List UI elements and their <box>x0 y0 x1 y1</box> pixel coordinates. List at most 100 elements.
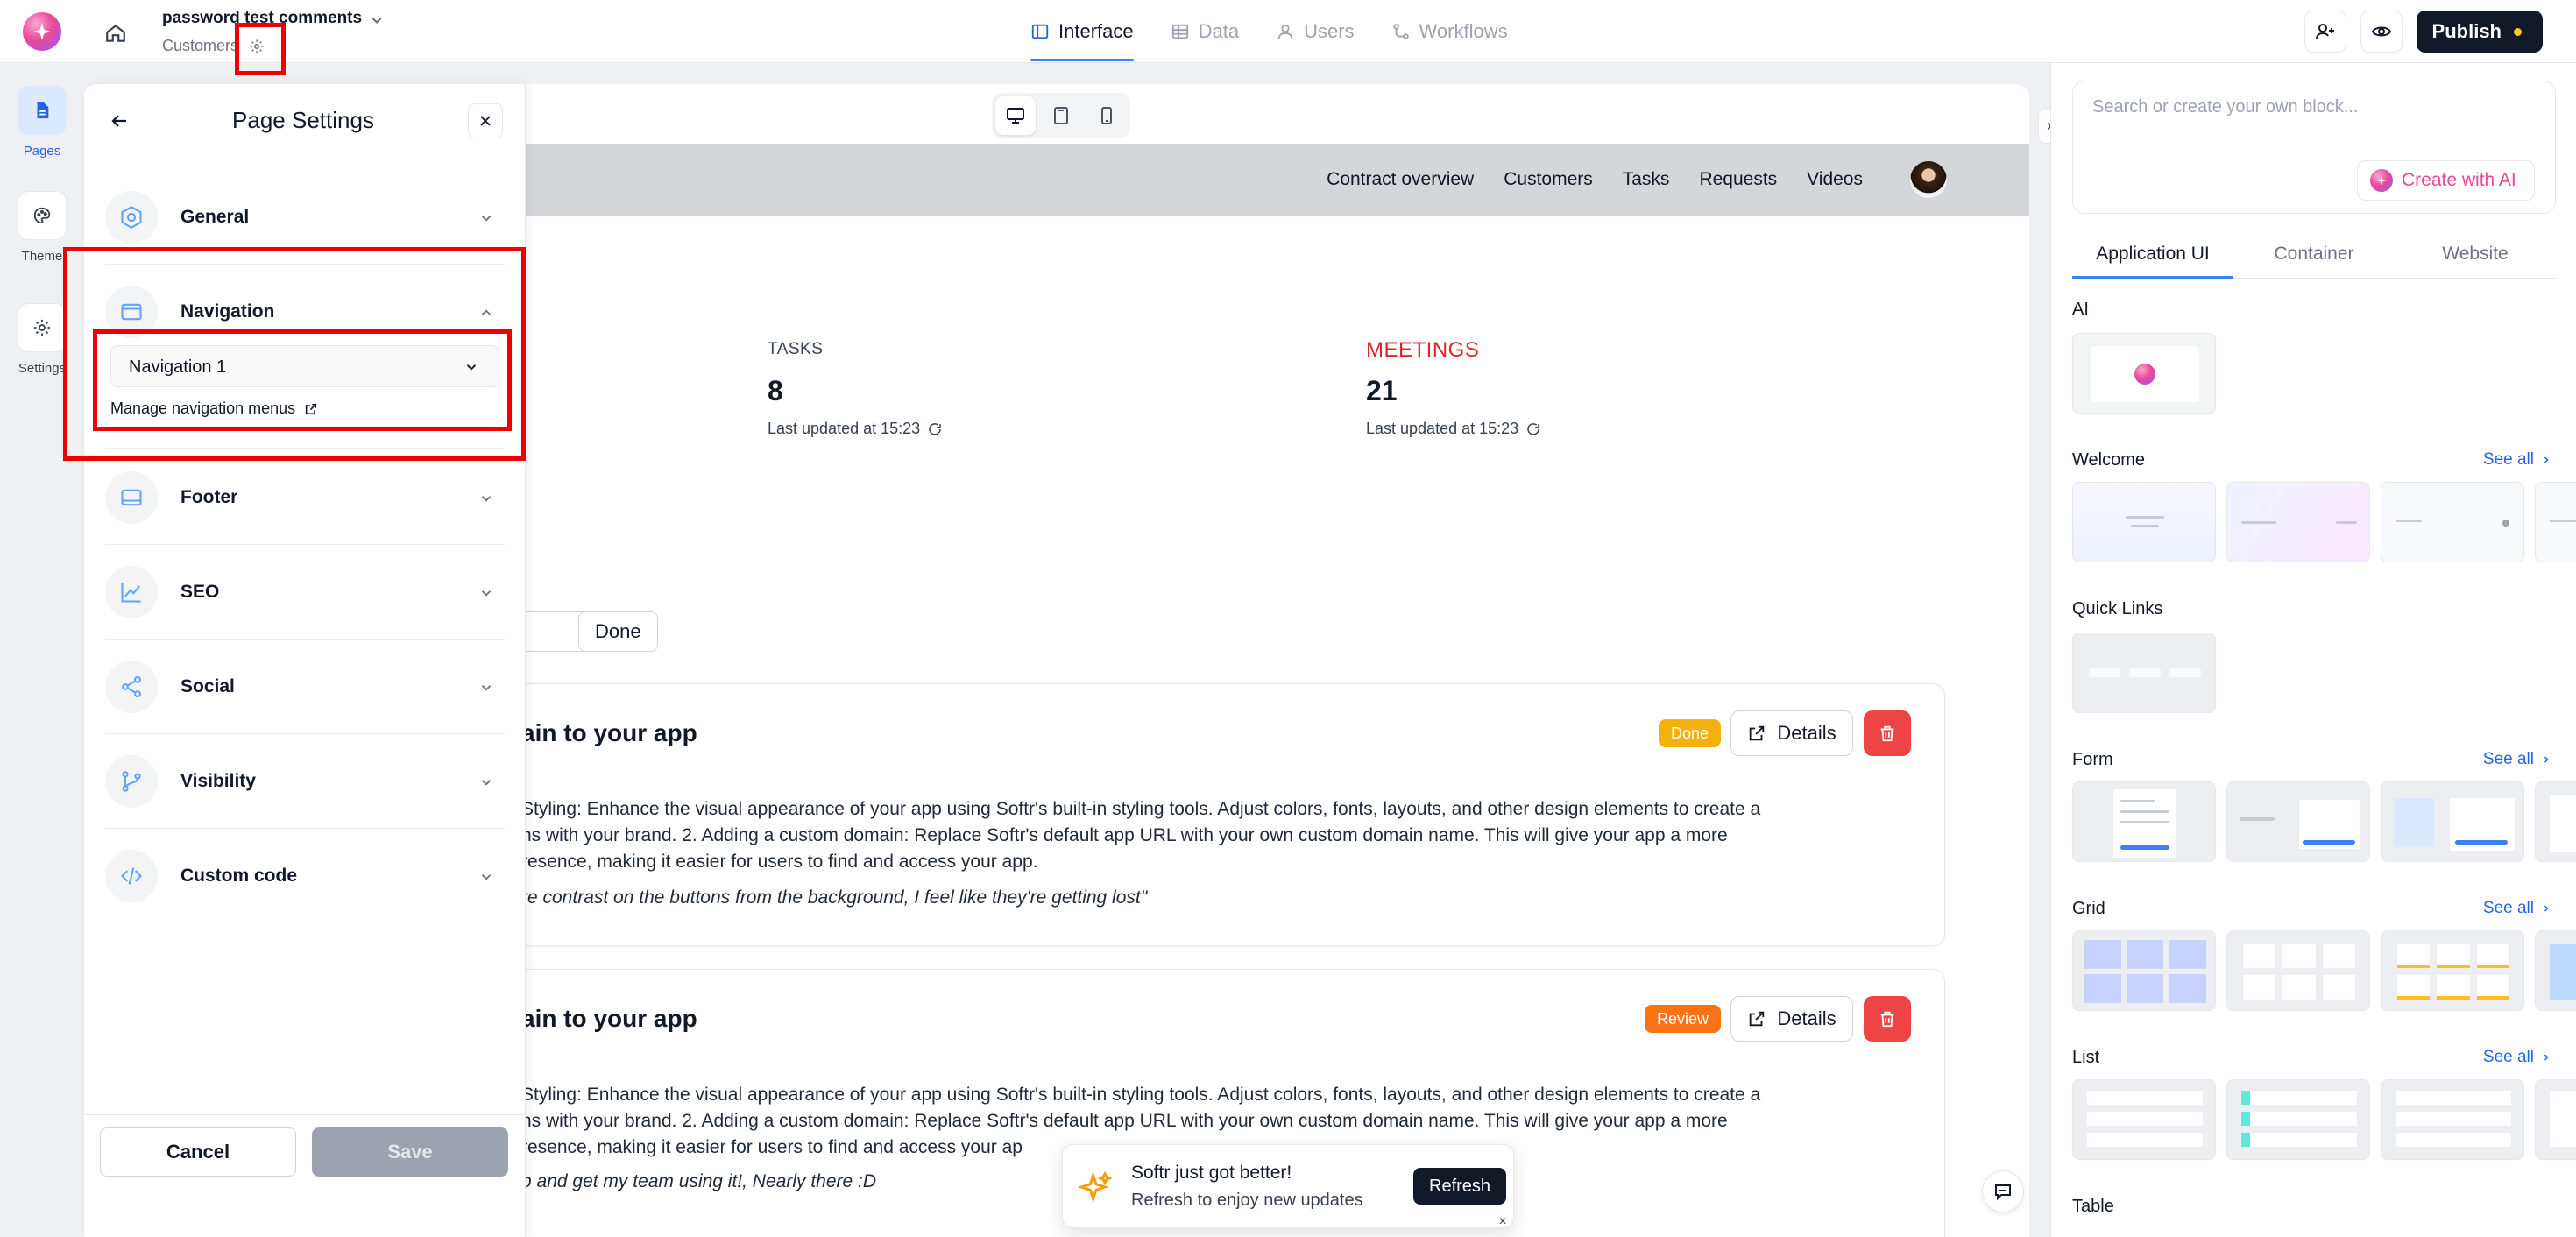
see-all-link[interactable]: See all <box>2483 1048 2551 1067</box>
block-thumbnail[interactable] <box>2381 1079 2524 1160</box>
chevron-down-icon <box>481 496 492 502</box>
details-button[interactable]: Details <box>1730 996 1853 1042</box>
chevron-down-icon <box>481 216 492 222</box>
tablet-view-button[interactable] <box>1041 96 1081 135</box>
rail-item-settings[interactable]: Settings <box>0 303 84 376</box>
refresh-icon[interactable] <box>927 421 943 437</box>
save-button[interactable]: Save <box>312 1127 508 1177</box>
desktop-view-button[interactable] <box>995 96 1036 135</box>
softr-logo-icon[interactable] <box>23 12 61 51</box>
block-thumbnail[interactable] <box>2072 1079 2216 1160</box>
status-badge: Done <box>1659 719 1722 747</box>
tab-application-ui[interactable]: Application UI <box>2072 235 2233 279</box>
block-thumbnail[interactable] <box>2535 1079 2576 1160</box>
monitor-icon <box>1007 108 1024 124</box>
cancel-button[interactable]: Cancel <box>100 1127 296 1177</box>
manage-navigation-link[interactable]: Manage navigation menus <box>110 399 318 418</box>
rail-item-theme[interactable]: Theme <box>0 191 84 264</box>
external-link-icon <box>306 403 317 414</box>
stat-label: MEETINGS <box>1366 338 1480 362</box>
category-label: Form <box>2072 750 2113 769</box>
block-thumbnail[interactable] <box>2072 482 2216 562</box>
block-thumbnail[interactable] <box>2226 930 2370 1011</box>
card-comment: re contrast on the buttons from the back… <box>521 887 1148 908</box>
site-nav-link[interactable]: Videos <box>1807 169 1863 190</box>
create-with-ai-button[interactable]: Create with AI <box>2357 160 2535 201</box>
section-general[interactable]: General <box>105 170 505 265</box>
section-label: Custom code <box>180 866 298 886</box>
block-thumbnail[interactable] <box>2381 482 2524 562</box>
delete-button[interactable] <box>1864 710 1911 756</box>
block-thumbnails-quick-links <box>2072 633 2216 713</box>
see-all-label: See all <box>2482 899 2534 917</box>
see-all-link[interactable]: See all <box>2483 899 2551 918</box>
block-search-input[interactable] <box>2092 97 2530 117</box>
card-body-line: Styling: Enhance the visual appearance o… <box>521 1085 1761 1105</box>
rail-item-pages[interactable]: Pages <box>0 86 84 159</box>
block-thumbnail[interactable] <box>2535 781 2576 862</box>
details-label: Details <box>1777 1007 1836 1029</box>
mobile-view-button[interactable] <box>1086 96 1127 135</box>
block-thumbnail[interactable] <box>2226 482 2370 562</box>
page-settings-gear-icon[interactable] <box>249 39 265 54</box>
section-social[interactable]: Social <box>105 640 505 734</box>
chat-support-button[interactable] <box>1982 1170 2024 1212</box>
tab-website[interactable]: Website <box>2395 235 2556 278</box>
tab-users[interactable]: Users <box>1276 0 1355 63</box>
close-icon[interactable] <box>468 103 503 138</box>
stat-label: TASKS <box>768 340 824 358</box>
page-breadcrumb[interactable]: Customers <box>162 37 238 55</box>
tab-data[interactable]: Data <box>1171 0 1239 63</box>
filter-chip-done[interactable]: Done <box>578 611 658 652</box>
section-visibility[interactable]: Visibility <box>105 734 505 829</box>
block-thumbnail[interactable] <box>2535 482 2576 562</box>
block-thumbnail[interactable] <box>2535 930 2576 1011</box>
site-nav-link[interactable]: Contract overview <box>1327 169 1474 190</box>
home-icon[interactable] <box>98 16 133 51</box>
avatar[interactable] <box>1910 161 1947 198</box>
manage-link-label: Manage navigation menus <box>110 399 296 417</box>
preview-button[interactable] <box>2360 11 2403 53</box>
stat-updated-text: Last updated at 15:23 <box>1366 420 1519 437</box>
block-thumbnails-form <box>2072 781 2576 862</box>
block-thumbnail[interactable] <box>2226 1079 2370 1160</box>
chevron-right-icon <box>2544 1054 2549 1061</box>
refresh-icon[interactable] <box>1525 421 1541 437</box>
refresh-button[interactable]: Refresh <box>1413 1168 1507 1205</box>
block-thumbnail[interactable] <box>2072 333 2216 414</box>
see-all-link[interactable]: See all <box>2483 450 2551 470</box>
tab-container[interactable]: Container <box>2233 235 2395 278</box>
project-name[interactable]: password test comments <box>162 9 362 28</box>
site-nav-link[interactable]: Tasks <box>1623 169 1670 190</box>
block-thumbnail[interactable] <box>2072 930 2216 1011</box>
publish-label: Publish <box>2431 20 2502 42</box>
delete-button[interactable] <box>1864 996 1911 1042</box>
see-all-link[interactable]: See all <box>2483 750 2551 769</box>
block-thumbnail[interactable] <box>2381 930 2524 1011</box>
publish-button[interactable]: Publish <box>2416 11 2543 53</box>
block-thumbnail[interactable] <box>2381 781 2524 862</box>
navigation-menu-select[interactable]: Navigation 1 <box>110 345 499 387</box>
close-icon[interactable]: × <box>1496 1215 1510 1229</box>
chevron-down-icon[interactable] <box>368 11 386 29</box>
tab-interface[interactable]: Interface <box>1030 0 1134 63</box>
code-icon <box>105 850 158 902</box>
chevron-right-icon <box>2544 756 2549 763</box>
section-seo[interactable]: SEO <box>105 545 505 640</box>
section-footer[interactable]: Footer <box>105 450 505 545</box>
block-thumbnail[interactable] <box>2072 781 2216 862</box>
section-custom-code[interactable]: Custom code <box>105 829 505 923</box>
site-nav-link[interactable]: Customers <box>1504 169 1593 190</box>
site-nav-link[interactable]: Requests <box>1699 169 1777 190</box>
block-thumbnail[interactable] <box>2226 781 2370 862</box>
section-label: Navigation <box>180 301 275 322</box>
chevron-up-icon <box>481 309 492 315</box>
card-body-line: ns with your brand. 2. Adding a custom d… <box>521 1111 1728 1131</box>
details-button[interactable]: Details <box>1730 710 1853 756</box>
chevron-down-icon <box>481 780 492 786</box>
block-thumbnail[interactable] <box>2072 633 2216 713</box>
details-label: Details <box>1777 722 1836 744</box>
tab-workflows[interactable]: Workflows <box>1391 0 1508 63</box>
invite-user-button[interactable] <box>2304 11 2346 53</box>
rail-label: Pages <box>23 144 61 159</box>
